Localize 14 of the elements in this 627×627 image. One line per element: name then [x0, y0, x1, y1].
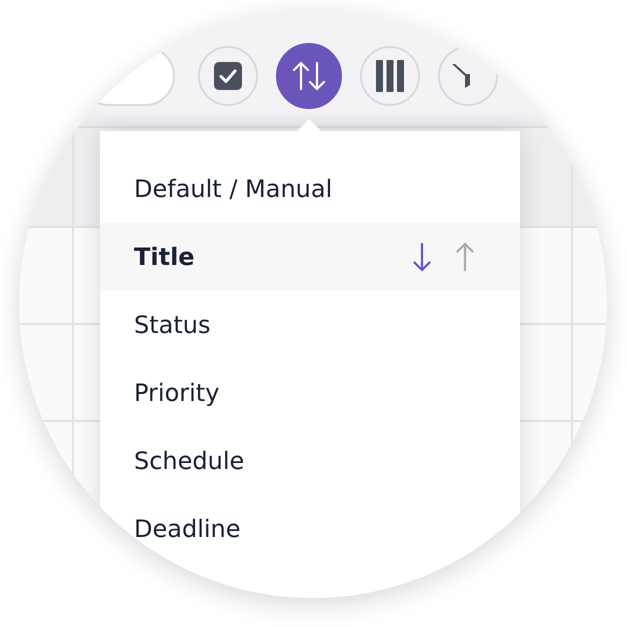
- sort-arrows-icon: [292, 61, 326, 91]
- columns-icon: [376, 60, 404, 92]
- menu-item[interactable]: Schedule: [100, 427, 520, 495]
- columns-button[interactable]: [360, 46, 420, 106]
- menu-item[interactable]: Status: [100, 291, 520, 359]
- menu-item[interactable]: Deadline: [100, 495, 520, 563]
- menu-item[interactable]: Default / Manual: [100, 155, 520, 223]
- menu-item[interactable]: Priority: [100, 359, 520, 427]
- funnel-icon: [452, 64, 470, 88]
- checkbox-icon: [214, 62, 242, 90]
- menu-item[interactable]: Title: [100, 223, 520, 291]
- down-arrow-icon[interactable]: [413, 242, 431, 272]
- checkbox-button[interactable]: [198, 46, 258, 106]
- funnel-button[interactable]: [438, 46, 498, 106]
